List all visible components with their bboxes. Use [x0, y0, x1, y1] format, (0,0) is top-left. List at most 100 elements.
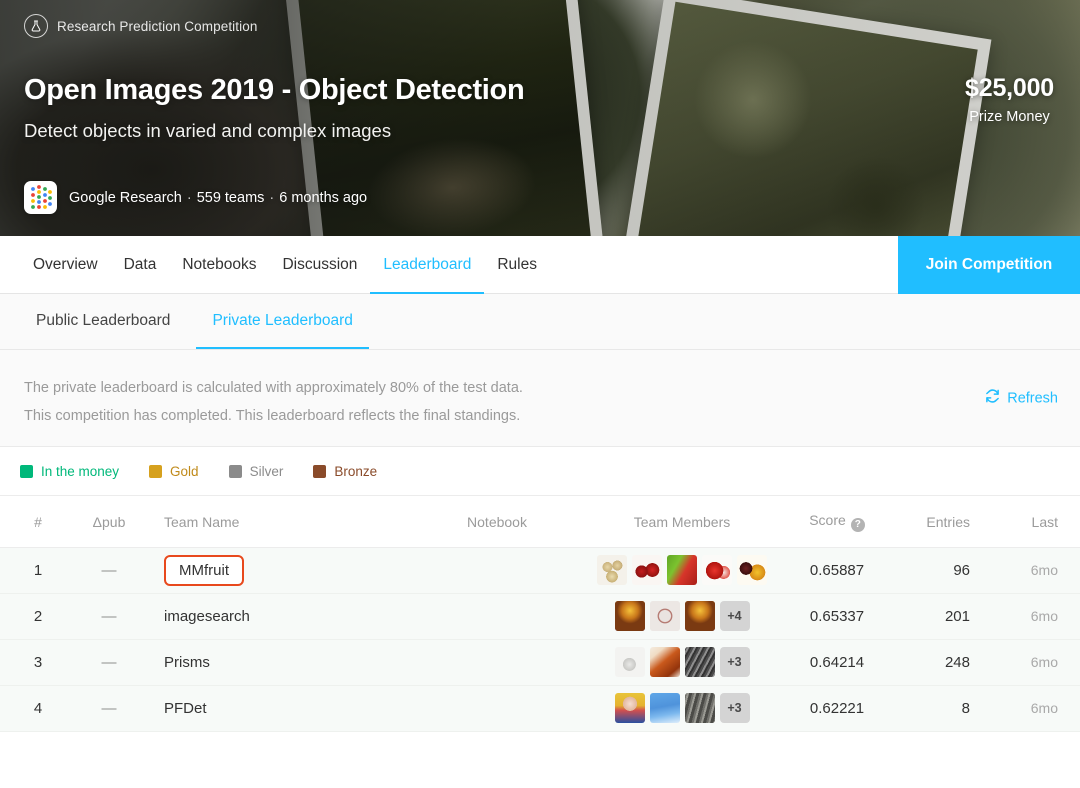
- leaderboard-subtabs: Public Leaderboard Private Leaderboard: [0, 294, 1080, 350]
- member-avatar-group: +4: [582, 601, 782, 631]
- tab-data[interactable]: Data: [111, 237, 170, 294]
- cell-rank: 4: [33, 699, 43, 717]
- tab-notebooks[interactable]: Notebooks: [169, 237, 269, 294]
- cell-rank: 1: [33, 561, 43, 579]
- flask-icon: [24, 14, 48, 38]
- cell-notebook: [412, 639, 582, 685]
- cell-entries: 8: [961, 699, 970, 717]
- avatar-city[interactable]: [684, 693, 715, 723]
- member-avatar-group: [582, 555, 782, 585]
- table-header-row: # Δpub Team Name Notebook Team Members S…: [0, 496, 1080, 548]
- cell-last-submission: 6mo: [1030, 700, 1058, 716]
- avatar-portrait-gold[interactable]: [614, 601, 645, 631]
- join-competition-button[interactable]: Join Competition: [898, 236, 1080, 294]
- legend-silver: Silver: [228, 463, 284, 479]
- competition-subtitle: Detect objects in varied and complex ima…: [24, 120, 392, 141]
- subtab-public-leaderboard[interactable]: Public Leaderboard: [20, 294, 186, 349]
- avatar-anime[interactable]: [614, 693, 645, 723]
- competition-nav: Overview Data Notebooks Discussion Leade…: [0, 236, 1080, 294]
- cell-entries: 201: [944, 607, 970, 625]
- avatar-potatoes[interactable]: [597, 555, 627, 585]
- legend-in-the-money: In the money: [20, 464, 119, 479]
- competition-type-badge: Research Prediction Competition: [24, 14, 1056, 38]
- cell-last-submission: 6mo: [1030, 654, 1058, 670]
- avatar-grayscale[interactable]: [684, 647, 715, 677]
- cell-team-name[interactable]: PFDet: [142, 685, 412, 731]
- column-header-members[interactable]: Team Members: [582, 496, 782, 548]
- avatar-mango[interactable]: [737, 555, 767, 585]
- team-name-highlighted[interactable]: MMfruit: [164, 554, 244, 586]
- organization-name[interactable]: Google Research: [69, 190, 182, 206]
- cell-team-name[interactable]: imagesearch: [142, 593, 412, 639]
- cell-score: 0.62221: [809, 699, 865, 717]
- question-mark-icon[interactable]: ?: [850, 517, 865, 532]
- meta-separator-1: ·: [186, 189, 192, 206]
- cell-score: 0.65337: [809, 607, 865, 625]
- avatar-portrait-gold[interactable]: [684, 601, 715, 631]
- column-header-notebook[interactable]: Notebook: [412, 496, 582, 548]
- competition-hero-banner: Research Prediction Competition Open Ima…: [0, 0, 1080, 236]
- cell-team-members: +3: [582, 639, 782, 685]
- prize-amount: $25,000: [965, 74, 1054, 102]
- legend-label-silver: Silver: [249, 463, 284, 479]
- cell-score: 0.65887: [809, 561, 865, 579]
- avatar-blue-sky[interactable]: [649, 693, 680, 723]
- legend-label-bronze: Bronze: [334, 463, 378, 479]
- column-header-entries[interactable]: Entries: [892, 496, 982, 548]
- avatar-strawberry[interactable]: [702, 555, 732, 585]
- cell-team-name[interactable]: Prisms: [142, 639, 412, 685]
- more-members-badge[interactable]: +3: [719, 647, 750, 677]
- table-row[interactable]: 1 — MMfruit 0.65887 96 6mo: [0, 547, 1080, 593]
- leaderboard-notice: The private leaderboard is calculated wi…: [0, 350, 1080, 447]
- cell-team-members: +3: [582, 685, 782, 731]
- table-row[interactable]: 2 — imagesearch +4 0.65337 201 6mo: [0, 593, 1080, 639]
- column-header-team[interactable]: Team Name: [142, 496, 412, 548]
- avatar-hand[interactable]: [614, 647, 645, 677]
- legend-chip-bronze: [313, 464, 327, 478]
- legend-chip-gold: [149, 464, 163, 478]
- cell-delta-pub: —: [101, 653, 117, 671]
- tab-discussion[interactable]: Discussion: [269, 237, 370, 294]
- avatar-fox[interactable]: [649, 647, 680, 677]
- subtab-private-leaderboard[interactable]: Private Leaderboard: [196, 294, 369, 349]
- column-header-delta[interactable]: Δpub: [76, 496, 142, 548]
- avatar-ring[interactable]: [649, 601, 680, 631]
- legend-label-in-the-money: In the money: [41, 463, 120, 479]
- cell-rank: 2: [33, 607, 43, 625]
- prize-money-label: Prize Money: [969, 109, 1050, 125]
- table-row[interactable]: 3 — Prisms +3 0.64214 248 6mo: [0, 639, 1080, 685]
- legend-bronze: Bronze: [313, 464, 377, 479]
- competition-age: 6 months ago: [279, 189, 368, 206]
- avatar-apples[interactable]: [632, 555, 662, 585]
- tab-rules[interactable]: Rules: [484, 237, 550, 294]
- cell-notebook: [412, 547, 582, 593]
- cell-notebook: [412, 685, 582, 731]
- tab-overview[interactable]: Overview: [20, 237, 111, 294]
- refresh-icon: [985, 389, 1000, 408]
- avatar-pepper[interactable]: [667, 555, 697, 585]
- cell-team-members: +4: [582, 593, 782, 639]
- cell-team-members: [582, 547, 782, 593]
- cell-delta-pub: —: [101, 607, 117, 625]
- cell-last-submission: 6mo: [1030, 562, 1058, 578]
- column-header-score[interactable]: Score?: [782, 496, 892, 548]
- competition-title: Open Images 2019 - Object Detection: [24, 74, 525, 106]
- refresh-button[interactable]: Refresh: [985, 389, 1058, 408]
- nav-tab-list: Overview Data Notebooks Discussion Leade…: [0, 236, 550, 294]
- legend-chip-in-the-money: [20, 464, 33, 478]
- refresh-label: Refresh: [1007, 390, 1058, 406]
- cell-team-name[interactable]: MMfruit: [142, 547, 412, 593]
- member-avatar-group: +3: [582, 693, 782, 723]
- table-row[interactable]: 4 — PFDet +3 0.62221 8 6mo: [0, 685, 1080, 731]
- notice-line-2: This competition has completed. This lea…: [24, 408, 521, 424]
- column-header-rank[interactable]: #: [0, 496, 76, 548]
- tab-leaderboard[interactable]: Leaderboard: [370, 237, 485, 294]
- cell-entries: 96: [953, 561, 970, 579]
- team-count: 559 teams: [196, 189, 265, 206]
- column-header-last[interactable]: Last: [982, 496, 1080, 548]
- more-members-badge[interactable]: +3: [719, 693, 750, 723]
- more-members-badge[interactable]: +4: [719, 601, 750, 631]
- competition-type-label: Research Prediction Competition: [57, 18, 258, 34]
- prize-money-block: $25,000 Prize Money: [965, 74, 1054, 125]
- cell-score: 0.64214: [809, 653, 865, 671]
